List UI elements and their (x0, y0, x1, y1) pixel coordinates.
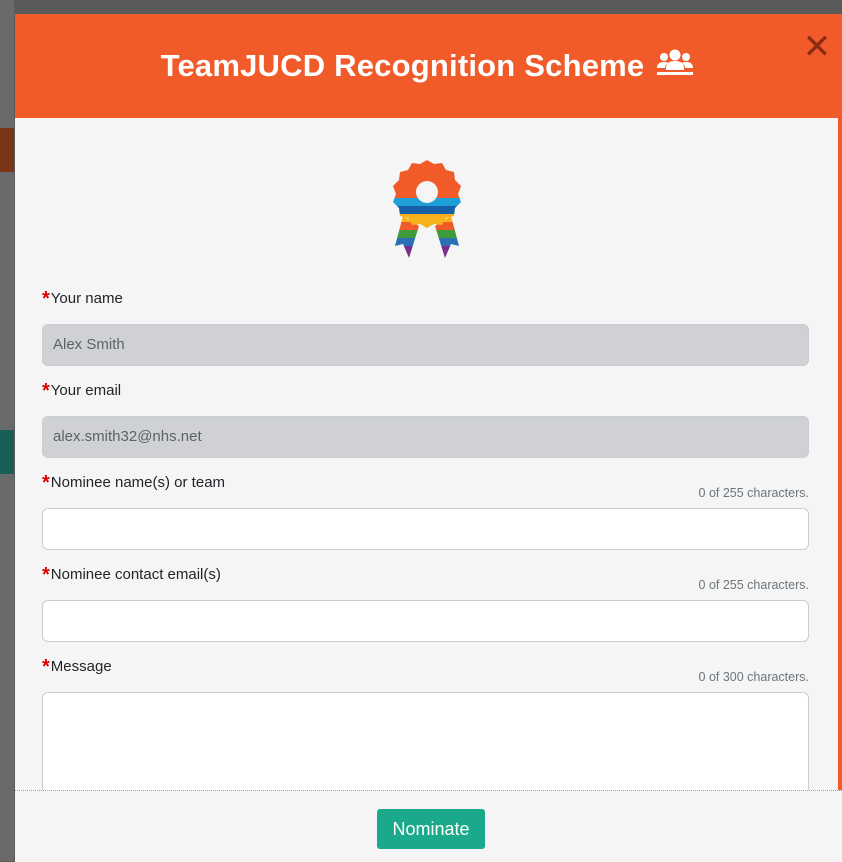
background-page-strip-accent (0, 430, 14, 474)
your-email-label: *Your email (42, 380, 121, 403)
nominee-email-label: *Nominee contact email(s) (42, 564, 221, 587)
nominee-name-counter: 0 of 255 characters. (698, 486, 809, 500)
required-marker: * (42, 288, 50, 310)
nominee-email-label-text: Nominee contact email(s) (50, 566, 221, 583)
message-textarea[interactable] (42, 692, 809, 790)
message-label-text: Message (50, 658, 112, 675)
background-page-strip-accent (0, 128, 14, 172)
nomination-modal: TeamJUCD Recognition Scheme ✕ *Your name… (15, 14, 842, 862)
nominee-name-label: *Nominee name(s) or team (42, 472, 225, 495)
required-marker: * (42, 656, 50, 678)
nominee-name-label-text: Nominee name(s) or team (50, 474, 226, 491)
rainbow-rosette-icon (387, 158, 467, 267)
nominate-button[interactable]: Nominate (377, 809, 485, 849)
message-label: *Message (42, 656, 112, 679)
nominee-email-counter: 0 of 255 characters. (698, 578, 809, 592)
modal-title: TeamJUCD Recognition Scheme (161, 47, 697, 85)
nominee-email-input[interactable] (42, 600, 809, 642)
modal-body: *Your name Alex Smith *Your email alex.s… (15, 118, 842, 790)
your-email-field[interactable]: alex.smith32@nhs.net (42, 416, 809, 458)
modal-header: TeamJUCD Recognition Scheme ✕ (15, 14, 842, 118)
required-marker: * (42, 564, 50, 586)
required-marker: * (42, 380, 50, 402)
your-name-label: *Your name (42, 288, 123, 311)
message-counter: 0 of 300 characters. (698, 670, 809, 684)
modal-title-text: TeamJUCD Recognition Scheme (160, 48, 645, 83)
your-email-label-text: Your email (50, 382, 122, 399)
your-name-field[interactable]: Alex Smith (42, 324, 809, 366)
close-icon[interactable]: ✕ (802, 30, 832, 64)
modal-footer: Nominate (15, 790, 842, 862)
users-icon (654, 47, 696, 85)
required-marker: * (42, 472, 50, 494)
nominee-name-input[interactable] (42, 508, 809, 550)
your-name-label-text: Your name (50, 290, 123, 307)
